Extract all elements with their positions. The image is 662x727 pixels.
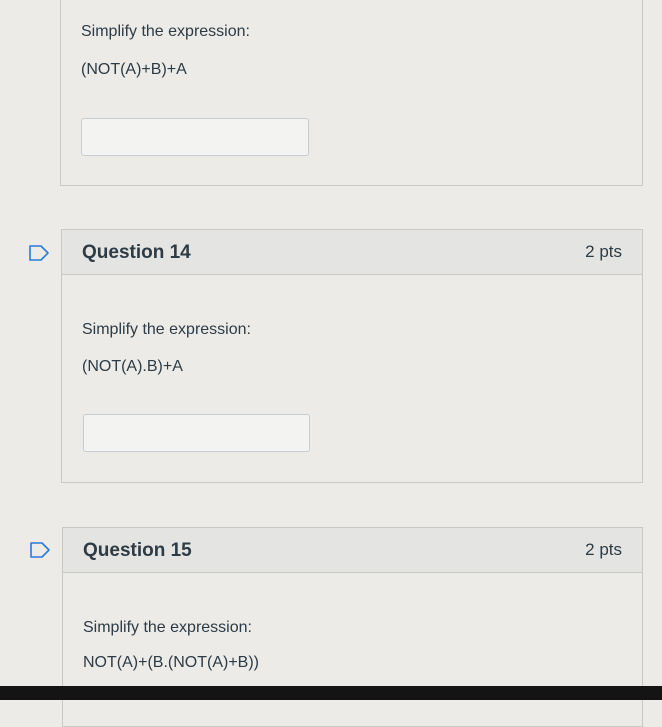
question-15-expression: NOT(A)+(B.(NOT(A)+B))	[83, 654, 259, 671]
question-14-expression: (NOT(A).B)+A	[82, 358, 183, 375]
question-14-answer-input[interactable]	[83, 414, 310, 452]
flag-question-icon[interactable]	[28, 245, 50, 261]
flag-question-icon[interactable]	[29, 542, 51, 558]
question-15-title: Question 15	[83, 540, 192, 561]
question-15-header: Question 15 2 pts	[63, 528, 642, 573]
question-14-points: 2 pts	[585, 242, 622, 261]
question-14-card: Question 14 2 pts Simplify the expressio…	[61, 229, 643, 483]
question-14-prompt: Simplify the expression:	[82, 321, 251, 338]
question-14-header: Question 14 2 pts	[62, 230, 642, 275]
question-13-prompt: Simplify the expression:	[81, 23, 250, 40]
question-15-prompt: Simplify the expression:	[83, 619, 252, 636]
question-14-title: Question 14	[82, 242, 191, 263]
question-13-answer-input[interactable]	[81, 118, 309, 156]
question-15-points: 2 pts	[585, 540, 622, 559]
question-13-card: Simplify the expression: (NOT(A)+B)+A	[60, 0, 643, 186]
bottom-edge-bar	[0, 686, 662, 700]
question-13-expression: (NOT(A)+B)+A	[81, 61, 187, 78]
